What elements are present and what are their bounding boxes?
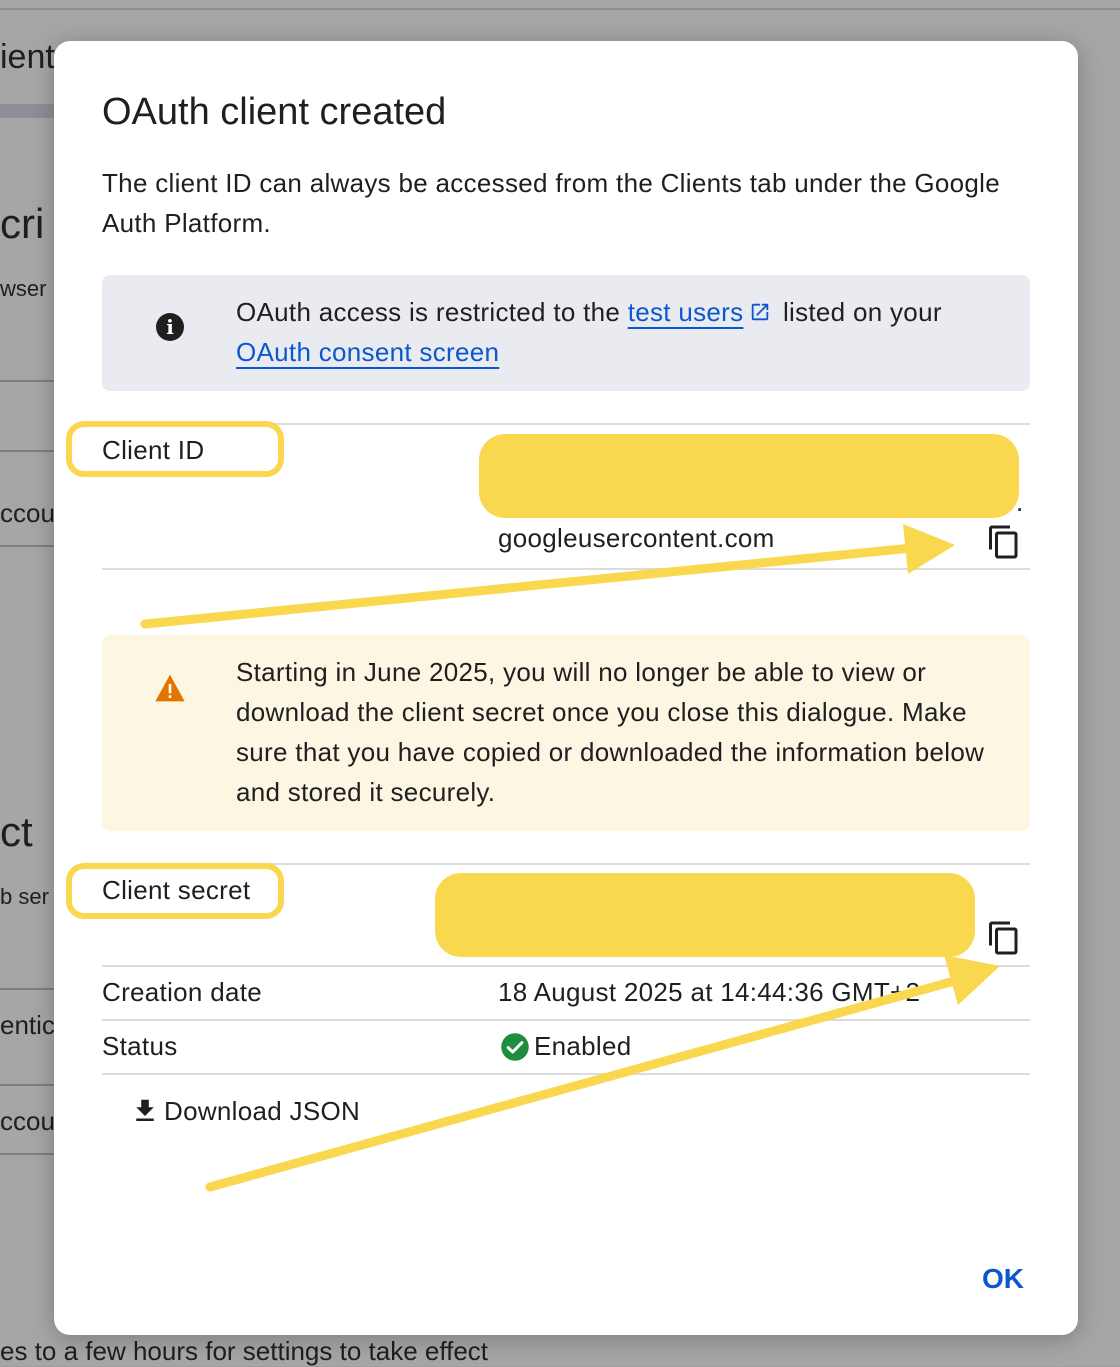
divider: [102, 1073, 1030, 1075]
background-rule: [0, 450, 60, 452]
copy-client-id-button[interactable]: [986, 524, 1022, 560]
info-text-middle: listed on your: [775, 297, 942, 327]
dialog-title: OAuth client created: [102, 91, 447, 133]
download-json-button[interactable]: Download JSON: [130, 1091, 360, 1131]
divider: [102, 568, 1030, 570]
info-icon: i: [156, 313, 184, 341]
background-subtext: b ser: [0, 884, 49, 909]
ok-button[interactable]: OK: [982, 1263, 1024, 1295]
status-value: Enabled: [534, 1031, 632, 1061]
check-circle-icon: [501, 1033, 529, 1061]
info-banner-text: OAuth access is restricted to the test u…: [236, 292, 1016, 372]
test-users-link[interactable]: test users: [628, 297, 744, 327]
creation-date-value: 18 August 2025 at 14:44:36 GMT+2: [498, 977, 921, 1007]
copy-client-secret-button[interactable]: [986, 920, 1022, 956]
client-id-redaction: [479, 434, 1019, 518]
background-rule: [0, 545, 60, 547]
info-text-before: OAuth access is restricted to the: [236, 297, 628, 327]
background-rule: [0, 380, 60, 382]
warning-banner: Starting in June 2025, you will no longe…: [102, 635, 1030, 831]
divider: [102, 965, 1030, 967]
warning-text: Starting in June 2025, you will no longe…: [236, 657, 985, 807]
background-top-rule: [0, 8, 1120, 10]
dialog-description: The client ID can always be accessed fro…: [102, 168, 1000, 238]
download-json-label: Download JSON: [164, 1095, 361, 1126]
client-id-value: googleusercontent.com: [498, 523, 775, 553]
background-heading: cri: [0, 200, 45, 247]
client-id-dot: .: [1016, 487, 1024, 517]
background-auth-text: entic: [0, 1010, 55, 1040]
background-tab-indicator: [0, 104, 60, 118]
background-rule: [0, 1084, 60, 1086]
background-tab-title: ient: [0, 38, 55, 76]
background-footer-text: es to a few hours for settings to take e…: [0, 1336, 489, 1366]
creation-date-label: Creation date: [102, 977, 263, 1007]
download-icon: [136, 1099, 154, 1121]
warning-icon: [155, 674, 185, 702]
client-id-highlight-ring: [66, 421, 284, 477]
background-account-text: ccou: [0, 498, 55, 528]
external-link-icon: [752, 303, 769, 321]
oauth-client-created-dialog: OAuth client created The client ID can a…: [54, 41, 1078, 1335]
background-heading: ct: [0, 808, 33, 855]
client-secret-highlight-ring: [66, 863, 284, 919]
background-account-text: ccou: [0, 1106, 55, 1136]
info-banner: i OAuth access is restricted to the test…: [102, 275, 1030, 391]
background-subtext: wser: [0, 276, 47, 301]
status-label: Status: [102, 1031, 178, 1061]
background-rule: [0, 988, 60, 990]
divider: [102, 1019, 1030, 1021]
background-rule: [0, 1153, 60, 1155]
client-secret-redaction: [435, 873, 975, 957]
oauth-consent-screen-link[interactable]: OAuth consent screen: [236, 337, 499, 367]
